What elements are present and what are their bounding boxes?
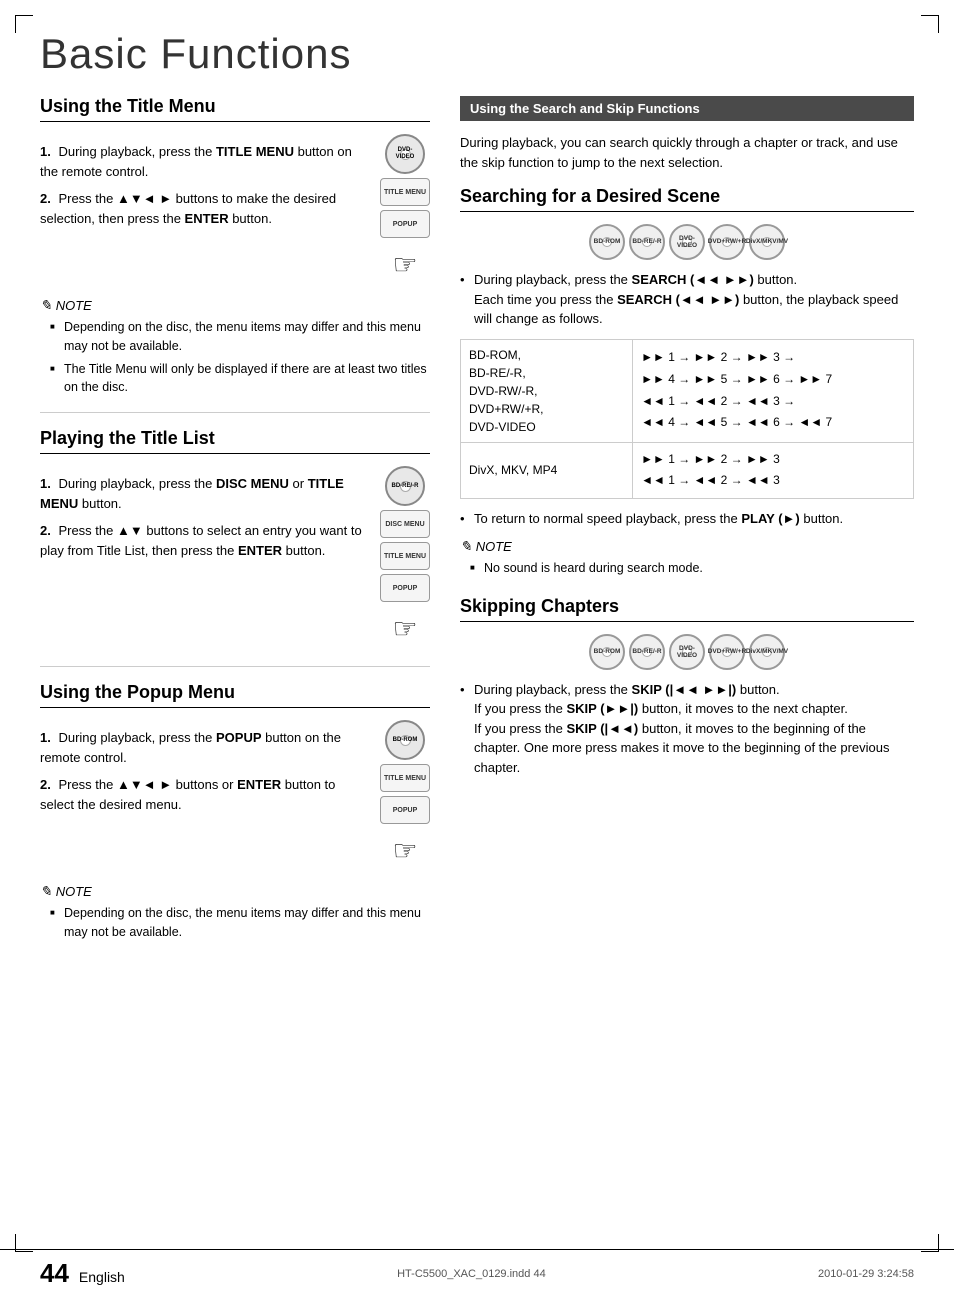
note-icon-3: ✎ bbox=[40, 883, 52, 900]
dvd-video-icon: DVD-VIDEO bbox=[669, 224, 705, 260]
search-note-icon: ✎ bbox=[460, 538, 472, 555]
divider-2 bbox=[40, 666, 430, 667]
title-menu-btn-2: TITLE MENU bbox=[380, 542, 430, 570]
search-disc-icons: BD-ROM BD-RE/-R DVD-VIDEO DVD+RW/+R DivX… bbox=[460, 224, 914, 260]
footer-filename: HT-C5500_XAC_0129.indd 44 bbox=[397, 1268, 546, 1280]
return-bullet-1: To return to normal speed playback, pres… bbox=[460, 509, 914, 529]
title-menu-section: Using the Title Menu DVD-VIDEO TITLE MEN… bbox=[40, 96, 430, 397]
footer: 44 English HT-C5500_XAC_0129.indd 44 201… bbox=[0, 1249, 954, 1289]
title-menu-note-list: Depending on the disc, the menu items ma… bbox=[40, 318, 430, 397]
hand-icon-1: ☞ bbox=[380, 242, 430, 287]
dvd-rw-icon: DVD+RW/+R bbox=[709, 224, 745, 260]
divx-icon: DivX/MKV/MV bbox=[749, 224, 785, 260]
search-bullets: During playback, press the SEARCH (◄◄ ►►… bbox=[460, 270, 914, 329]
popup-menu-heading: Using the Popup Menu bbox=[40, 682, 430, 708]
title-menu-steps: 1. During playback, press the TITLE MENU… bbox=[40, 142, 430, 228]
bd-re-r-icon: BD-RE/-R bbox=[629, 224, 665, 260]
search-speed-table: BD-ROM,BD-RE/-R,DVD-RW/-R,DVD+RW/+R,DVD-… bbox=[460, 339, 914, 499]
title-list-content: BD-RE/-R DISC MENU TITLE MENU POPUP ☞ 1.… bbox=[40, 466, 430, 651]
bd-re-r-disc-icon: BD-RE/-R bbox=[385, 466, 425, 506]
page-number: 44 bbox=[40, 1258, 69, 1289]
title-list-section: Playing the Title List BD-RE/-R DISC MEN… bbox=[40, 428, 430, 651]
footer-date: 2010-01-29 3:24:58 bbox=[818, 1268, 914, 1280]
table-row-1: BD-ROM,BD-RE/-R,DVD-RW/-R,DVD+RW/+R,DVD-… bbox=[461, 339, 914, 442]
title-list-heading: Playing the Title List bbox=[40, 428, 430, 454]
title-list-step-1: 1. During playback, press the DISC MENU … bbox=[40, 474, 430, 513]
skip-dvd-rw-icon: DVD+RW/+R bbox=[709, 634, 745, 670]
disc-menu-btn: DISC MENU bbox=[380, 510, 430, 538]
hand-icon-3: ☞ bbox=[380, 828, 430, 873]
note-title-1: ✎ NOTE bbox=[40, 297, 430, 314]
search-note-list: No sound is heard during search mode. bbox=[460, 559, 914, 578]
title-menu-note: ✎ NOTE Depending on the disc, the menu i… bbox=[40, 297, 430, 397]
step-2: 2. Press the ▲▼◄ ► buttons to make the d… bbox=[40, 189, 430, 228]
search-note-item-1: No sound is heard during search mode. bbox=[470, 559, 914, 578]
divx-types-cell: DivX, MKV, MP4 bbox=[461, 442, 633, 498]
note-item-2: The Title Menu will only be displayed if… bbox=[50, 360, 430, 398]
title-menu-remote: DVD-VIDEO TITLE MENU POPUP ☞ bbox=[380, 134, 430, 287]
search-section: Searching for a Desired Scene BD-ROM BD-… bbox=[460, 186, 914, 578]
popup-btn-2: POPUP bbox=[380, 574, 430, 602]
skip-heading: Skipping Chapters bbox=[460, 596, 914, 622]
title-list-step-2: 2. Press the ▲▼ buttons to select an ent… bbox=[40, 521, 430, 560]
page: Basic Functions Using the Title Menu DVD… bbox=[0, 0, 954, 1307]
hand-icon-2: ☞ bbox=[380, 606, 430, 651]
divider-1 bbox=[40, 412, 430, 413]
page-title: Basic Functions bbox=[40, 30, 914, 78]
right-column: Using the Search and Skip Functions Duri… bbox=[460, 96, 914, 785]
speeds-cell-2: ►► 1 → ►► 2 → ►► 3 ◄◄ 1 → ◄◄ 2 → ◄◄ 3 bbox=[633, 442, 914, 498]
search-bullet-1: During playback, press the SEARCH (◄◄ ►►… bbox=[460, 270, 914, 329]
title-list-steps: 1. During playback, press the DISC MENU … bbox=[40, 474, 430, 560]
skip-dvd-video-icon: DVD-VIDEO bbox=[669, 634, 705, 670]
note-item-1: Depending on the disc, the menu items ma… bbox=[50, 318, 430, 356]
table-row-2: DivX, MKV, MP4 ►► 1 → ►► 2 → ►► 3 ◄◄ 1 →… bbox=[461, 442, 914, 498]
dvd-video-disc-icon: DVD-VIDEO bbox=[385, 134, 425, 174]
disc-types-cell: BD-ROM,BD-RE/-R,DVD-RW/-R,DVD+RW/+R,DVD-… bbox=[461, 339, 633, 442]
popup-menu-section: Using the Popup Menu BD-ROM TITLE MENU P… bbox=[40, 682, 430, 942]
page-language: English bbox=[79, 1269, 125, 1285]
skip-bullets: During playback, press the SKIP (|◄◄ ►►|… bbox=[460, 680, 914, 778]
left-column: Using the Title Menu DVD-VIDEO TITLE MEN… bbox=[40, 96, 430, 946]
popup-step-2: 2. Press the ▲▼◄ ► buttons or ENTER butt… bbox=[40, 775, 430, 814]
popup-note-item-1: Depending on the disc, the menu items ma… bbox=[50, 904, 430, 942]
skip-disc-icons: BD-ROM BD-RE/-R DVD-VIDEO DVD+RW/+R DivX… bbox=[460, 634, 914, 670]
bd-rom-disc-icon: BD-ROM bbox=[385, 720, 425, 760]
title-menu-btn-3: TITLE MENU bbox=[380, 764, 430, 792]
popup-menu-content: BD-ROM TITLE MENU POPUP ☞ 1. During play… bbox=[40, 720, 430, 873]
skip-bd-rom-icon: BD-ROM bbox=[589, 634, 625, 670]
skip-bd-re-r-icon: BD-RE/-R bbox=[629, 634, 665, 670]
note-title-3: ✎ NOTE bbox=[40, 883, 430, 900]
note-icon-1: ✎ bbox=[40, 297, 52, 314]
title-menu-content: DVD-VIDEO TITLE MENU POPUP ☞ 1. During p… bbox=[40, 134, 430, 287]
skip-section: Skipping Chapters BD-ROM BD-RE/-R DVD-VI… bbox=[460, 596, 914, 778]
search-skip-intro: During playback, you can search quickly … bbox=[460, 133, 914, 172]
popup-step-1: 1. During playback, press the POPUP butt… bbox=[40, 728, 430, 767]
popup-btn-1: POPUP bbox=[380, 210, 430, 238]
two-column-layout: Using the Title Menu DVD-VIDEO TITLE MEN… bbox=[40, 96, 914, 946]
title-menu-heading: Using the Title Menu bbox=[40, 96, 430, 122]
skip-divx-icon: DivX/MKV/MV bbox=[749, 634, 785, 670]
corner-mark-tr bbox=[921, 15, 939, 33]
popup-menu-note: ✎ NOTE Depending on the disc, the menu i… bbox=[40, 883, 430, 942]
bd-rom-icon: BD-ROM bbox=[589, 224, 625, 260]
step-1: 1. During playback, press the TITLE MENU… bbox=[40, 142, 430, 181]
search-skip-highlight-bar: Using the Search and Skip Functions bbox=[460, 96, 914, 121]
search-note: ✎ NOTE No sound is heard during search m… bbox=[460, 538, 914, 578]
search-note-title: ✎ NOTE bbox=[460, 538, 914, 555]
search-heading: Searching for a Desired Scene bbox=[460, 186, 914, 212]
corner-mark-tl bbox=[15, 15, 33, 33]
speeds-cell-1: ►► 1 → ►► 2 → ►► 3 → ►► 4 → ►► 5 → ►► 6 … bbox=[633, 339, 914, 442]
popup-menu-steps: 1. During playback, press the POPUP butt… bbox=[40, 728, 430, 814]
popup-btn-3: POPUP bbox=[380, 796, 430, 824]
skip-bullet-1: During playback, press the SKIP (|◄◄ ►►|… bbox=[460, 680, 914, 778]
return-bullet: To return to normal speed playback, pres… bbox=[460, 509, 914, 529]
page-number-area: 44 English bbox=[40, 1258, 125, 1289]
title-menu-btn: TITLE MENU bbox=[380, 178, 430, 206]
popup-note-list: Depending on the disc, the menu items ma… bbox=[40, 904, 430, 942]
title-list-remote: BD-RE/-R DISC MENU TITLE MENU POPUP ☞ bbox=[380, 466, 430, 651]
popup-menu-remote: BD-ROM TITLE MENU POPUP ☞ bbox=[380, 720, 430, 873]
